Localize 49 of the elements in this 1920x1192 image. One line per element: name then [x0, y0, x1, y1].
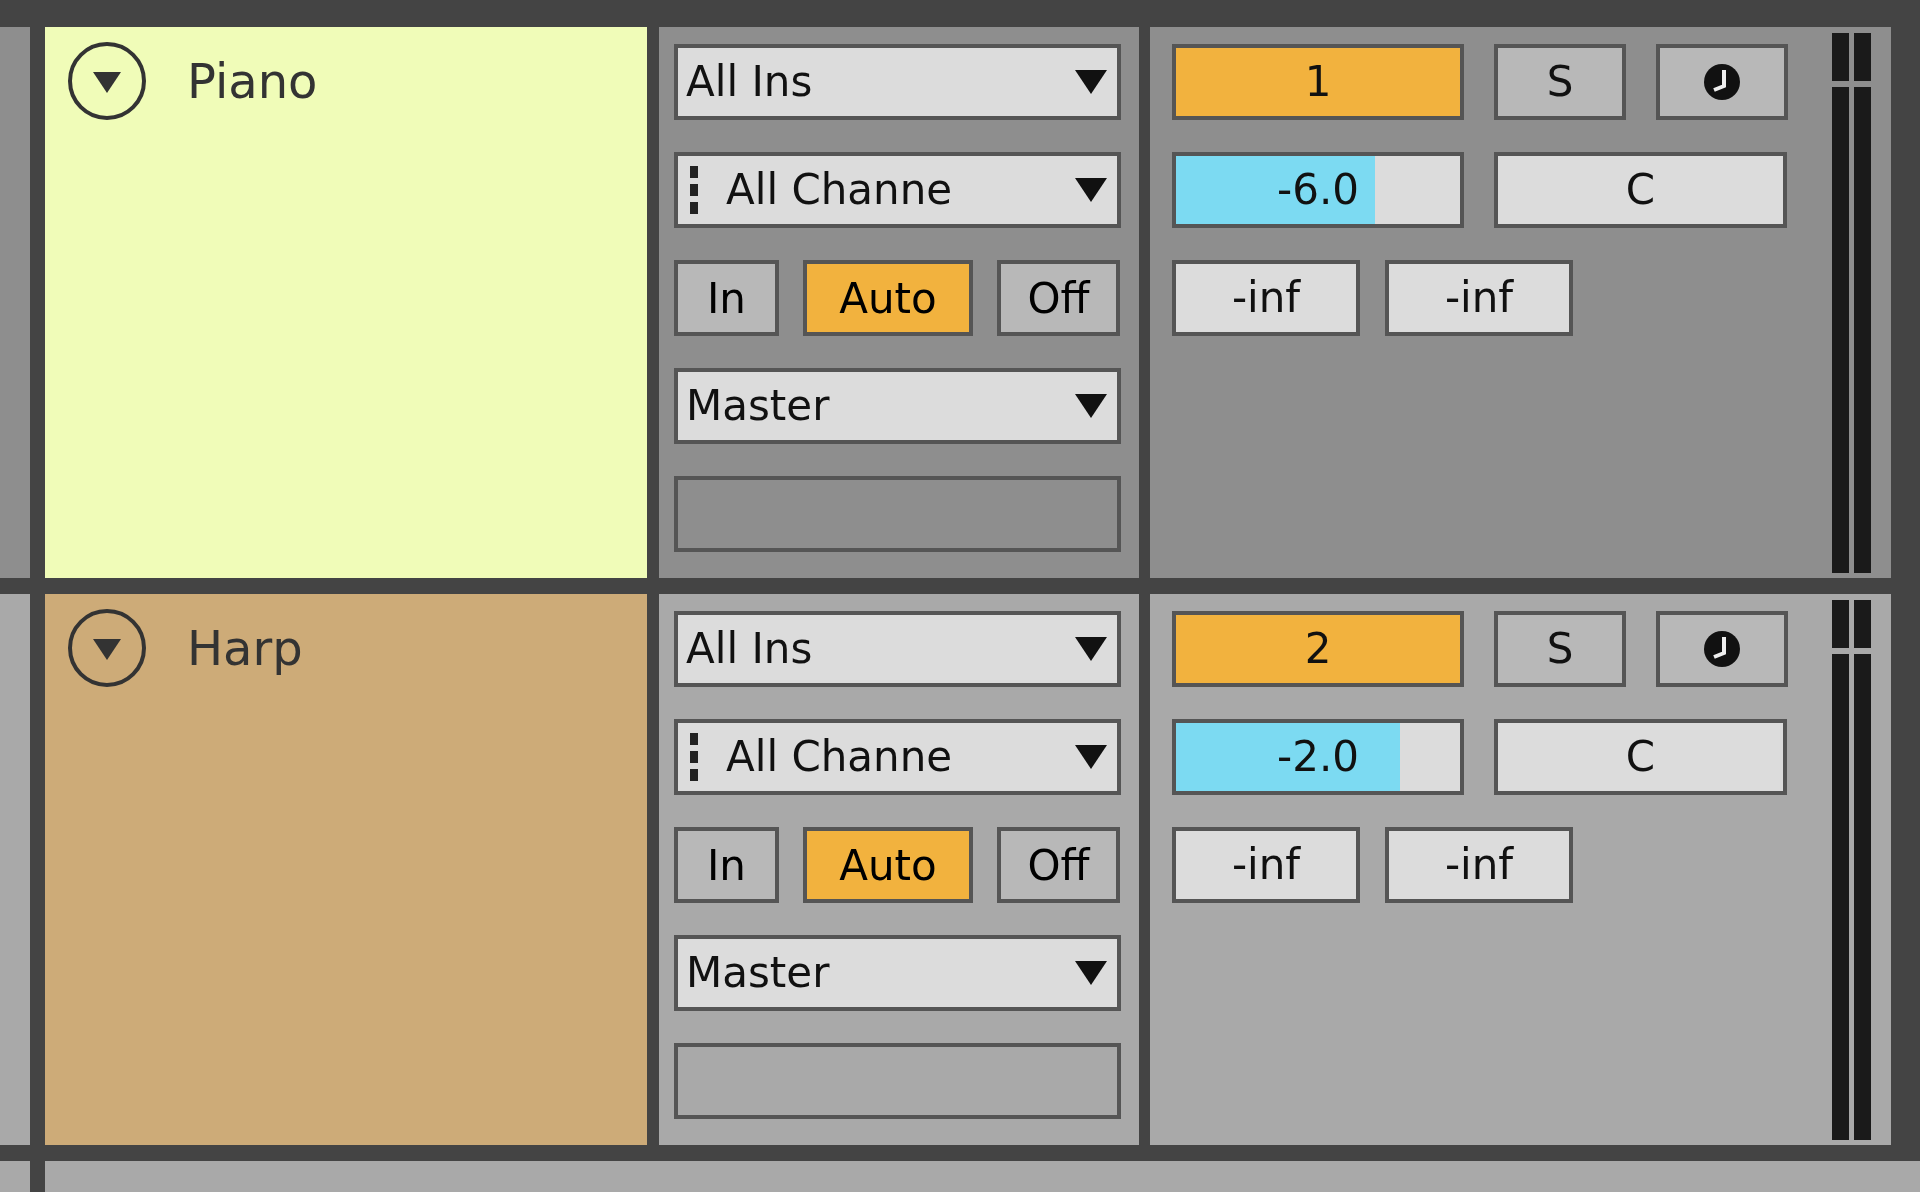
pan-knob[interactable]: C [1494, 152, 1787, 228]
track-activator-button[interactable]: 2 [1172, 611, 1464, 687]
dropdown-value: All Ins [686, 628, 814, 670]
caret-icon [1073, 176, 1109, 204]
track-name: Harp [187, 619, 303, 678]
dropdown-value: All Ins [686, 61, 814, 103]
clock-button[interactable] [1656, 44, 1788, 120]
volume-value: -2.0 [1277, 736, 1359, 778]
caret-icon [1073, 959, 1109, 987]
caret-icon [1073, 635, 1109, 663]
volume-slider[interactable]: -6.0 [1172, 152, 1464, 228]
track-name-panel[interactable]: Harp [45, 594, 647, 1145]
track-name-panel[interactable]: Piano [45, 27, 647, 578]
output-dropdown[interactable]: Master [674, 368, 1121, 444]
volume-value: -6.0 [1277, 169, 1359, 211]
clock-button[interactable] [1656, 611, 1788, 687]
input-channel-dropdown[interactable]: All Channe [674, 719, 1121, 795]
input-channel-dropdown[interactable]: All Channe [674, 152, 1121, 228]
track-name: Piano [187, 52, 318, 111]
monitor-button[interactable]: Auto [803, 260, 973, 336]
track-activator-button[interactable]: 1 [1172, 44, 1464, 120]
peak-level-display[interactable]: -inf [1385, 260, 1573, 336]
peak-level-display[interactable]: -inf [1385, 827, 1573, 903]
dropdown-value: Master [686, 385, 831, 427]
track-strip [0, 1161, 30, 1192]
output-dropdown[interactable]: Master [674, 935, 1121, 1011]
clock-icon [1702, 62, 1742, 102]
output-channel-field[interactable] [674, 1043, 1121, 1119]
dropdown-value: Master [686, 952, 831, 994]
monitor-button[interactable]: In [674, 827, 779, 903]
monitor-button[interactable]: Off [997, 827, 1120, 903]
dropdown-value: All Channe [726, 169, 954, 211]
monitor-button[interactable]: In [674, 260, 779, 336]
pan-knob[interactable]: C [1494, 719, 1787, 795]
input-type-dropdown[interactable]: All Ins [674, 611, 1121, 687]
input-type-dropdown[interactable]: All Ins [674, 44, 1121, 120]
monitor-button[interactable]: Off [997, 260, 1120, 336]
caret-icon [1073, 392, 1109, 420]
caret-icon [1073, 68, 1109, 96]
dropdown-value: All Channe [726, 736, 954, 778]
monitor-button[interactable]: Auto [803, 827, 973, 903]
volume-slider[interactable]: -2.0 [1172, 719, 1464, 795]
peak-level-display[interactable]: -inf [1172, 827, 1360, 903]
solo-button[interactable]: S [1494, 611, 1626, 687]
clock-icon [1702, 629, 1742, 669]
caret-icon [1073, 743, 1109, 771]
output-channel-field[interactable] [674, 476, 1121, 552]
peak-level-display[interactable]: -inf [1172, 260, 1360, 336]
solo-button[interactable]: S [1494, 44, 1626, 120]
